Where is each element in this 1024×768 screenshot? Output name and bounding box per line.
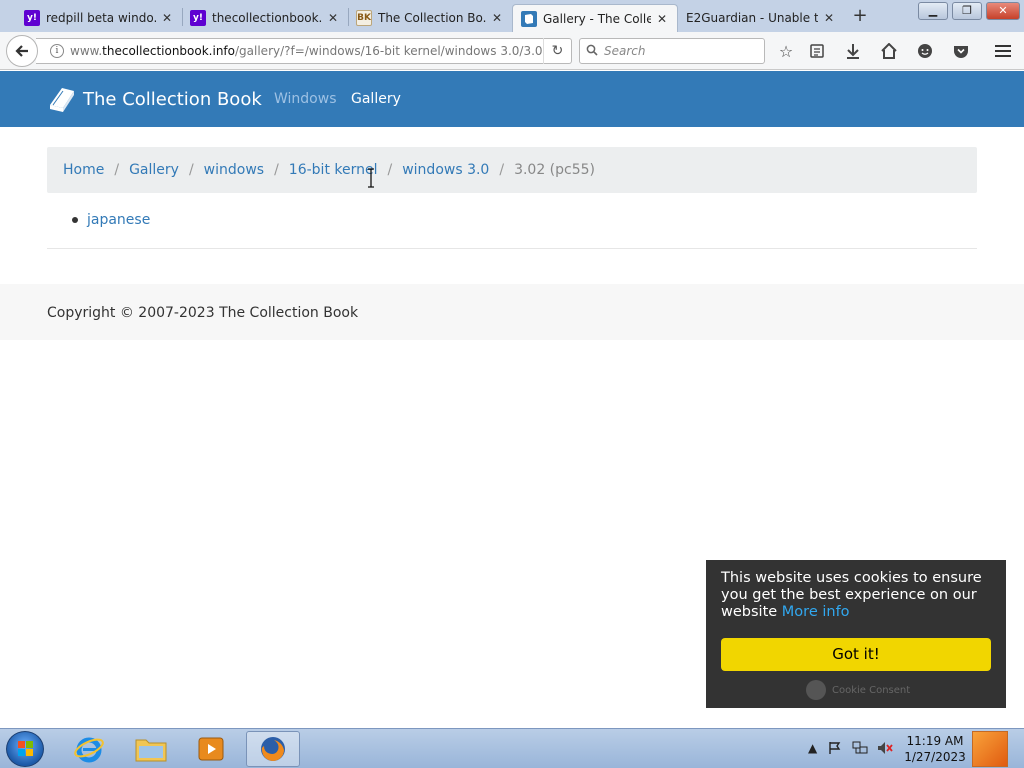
book-logo-icon xyxy=(50,88,74,112)
search-placeholder: Search xyxy=(604,44,646,58)
info-icon[interactable]: i xyxy=(50,44,64,58)
brand-link[interactable]: The Collection Book xyxy=(47,85,262,113)
clock-time: 11:19 AM xyxy=(906,734,964,748)
breadcrumb-current: 3.02 (pc55) xyxy=(514,162,596,178)
url-text[interactable]: www.thecollectionbook.info/gallery/?f=/w… xyxy=(70,44,543,58)
minimize-button[interactable]: ▁ xyxy=(918,2,948,20)
breadcrumb-home[interactable]: Home xyxy=(63,162,104,178)
breadcrumb-separator: / xyxy=(274,162,279,178)
tab-collection-book[interactable]: BK The Collection Bo... ✕ xyxy=(348,4,512,32)
cookie-consent-logo[interactable]: Cookie Consent xyxy=(806,680,910,700)
internet-explorer-icon xyxy=(74,737,104,763)
cookie-message: This website uses cookies to ensure you … xyxy=(721,570,991,621)
back-button[interactable] xyxy=(6,35,38,67)
network-icon[interactable] xyxy=(852,741,868,758)
clock-date: 1/27/2023 xyxy=(904,750,966,764)
home-icon[interactable] xyxy=(878,40,900,62)
tab-strip: y! redpill beta windo... ✕ y! thecollect… xyxy=(0,0,1024,32)
folder-link-japanese[interactable]: japanese xyxy=(87,212,150,228)
address-bar[interactable]: i www.thecollectionbook.info/gallery/?f=… xyxy=(36,38,572,64)
firefox-taskbar-button[interactable] xyxy=(246,731,300,767)
taskbar: ▲ 11:19 AM 1/27/2023 xyxy=(0,728,1024,768)
yahoo-icon: y! xyxy=(190,10,206,26)
cookie-accept-button[interactable]: Got it! xyxy=(721,638,991,671)
cookie-consent-brand: Cookie Consent xyxy=(832,684,911,696)
breadcrumb-16-bit-kernel[interactable]: 16-bit kernel xyxy=(289,162,378,178)
url-domain: thecollectionbook.info xyxy=(102,44,235,58)
search-input[interactable]: Search xyxy=(579,38,765,64)
reading-list-icon[interactable] xyxy=(806,40,828,62)
breadcrumb-windows[interactable]: windows xyxy=(204,162,264,178)
tab-title: E2Guardian - Unable t... xyxy=(686,11,818,25)
text-cursor-icon xyxy=(368,168,374,188)
breadcrumb-separator: / xyxy=(114,162,120,178)
tab-title: redpill beta windo... xyxy=(46,11,156,25)
site-footer: Copyright © 2007-2023 The Collection Boo… xyxy=(0,284,1024,340)
tab-gallery[interactable]: Gallery - The Colle... ✕ xyxy=(512,4,678,32)
brand-name: The Collection Book xyxy=(83,88,262,110)
windows-logo-icon xyxy=(18,741,33,756)
firefox-icon xyxy=(261,737,285,761)
cookie-message-text: This website uses cookies to ensure you … xyxy=(721,570,982,620)
tab-title: The Collection Bo... xyxy=(378,11,486,25)
restore-button[interactable]: ❐ xyxy=(952,2,982,20)
file-explorer-taskbar-button[interactable] xyxy=(124,731,178,767)
navigation-toolbar: i www.thecollectionbook.info/gallery/?f=… xyxy=(0,32,1024,70)
breadcrumb-separator: / xyxy=(188,162,194,178)
cookie-consent-icon xyxy=(806,680,826,700)
media-player-taskbar-button[interactable] xyxy=(184,731,238,767)
cookie-banner: This website uses cookies to ensure you … xyxy=(706,560,1006,708)
menu-icon[interactable] xyxy=(992,40,1014,62)
list-item: japanese xyxy=(72,212,150,228)
hello-chat-icon[interactable] xyxy=(914,40,936,62)
show-hidden-icons-icon[interactable]: ▲ xyxy=(808,741,817,755)
breadcrumb-windows-3-0[interactable]: windows 3.0 xyxy=(402,162,489,178)
close-tab-icon[interactable]: ✕ xyxy=(160,11,174,25)
tab-redpill[interactable]: y! redpill beta windo... ✕ xyxy=(16,4,182,32)
nav-gallery[interactable]: Gallery xyxy=(351,91,401,107)
breadcrumb: Home / Gallery / windows / 16-bit kernel… xyxy=(47,147,977,193)
folder-icon xyxy=(135,739,167,762)
new-tab-button[interactable]: + xyxy=(850,6,870,26)
reload-icon[interactable]: ↻ xyxy=(543,38,571,64)
divider xyxy=(47,248,977,249)
copyright-text: Copyright © 2007-2023 The Collection Boo… xyxy=(47,305,359,321)
collectionbook-icon: BK xyxy=(356,10,372,26)
tab-e2guardian[interactable]: E2Guardian - Unable t... ✕ xyxy=(678,4,844,32)
breadcrumb-separator: / xyxy=(387,162,393,178)
close-tab-icon[interactable]: ✕ xyxy=(326,11,340,25)
nav-windows[interactable]: Windows xyxy=(274,91,337,107)
close-window-button[interactable]: ✕ xyxy=(986,2,1020,20)
close-tab-icon[interactable]: ✕ xyxy=(655,12,669,26)
url-prefix: www. xyxy=(70,44,103,58)
media-player-icon xyxy=(198,737,224,761)
close-tab-icon[interactable]: ✕ xyxy=(822,11,836,25)
system-clock[interactable]: 11:19 AM 1/27/2023 xyxy=(902,733,968,765)
pocket-icon[interactable] xyxy=(950,40,972,62)
book-icon xyxy=(521,10,537,27)
tab-title: thecollectionbook... xyxy=(212,11,322,25)
internet-explorer-taskbar-button[interactable] xyxy=(62,731,116,767)
volume-muted-icon[interactable] xyxy=(877,741,893,758)
breadcrumb-gallery[interactable]: Gallery xyxy=(129,162,179,178)
cookie-more-info-link[interactable]: More info xyxy=(782,604,850,620)
gallery-list: japanese xyxy=(72,212,150,228)
start-button[interactable] xyxy=(6,731,44,767)
url-path: /gallery/?f=/windows/16-bit kernel/windo… xyxy=(235,44,543,58)
breadcrumb-separator: / xyxy=(499,162,505,178)
show-desktop-button[interactable] xyxy=(972,731,1008,767)
tab-thecollectionbook-search[interactable]: y! thecollectionbook... ✕ xyxy=(182,4,348,32)
close-tab-icon[interactable]: ✕ xyxy=(490,11,504,25)
download-icon[interactable] xyxy=(842,40,864,62)
back-arrow-icon xyxy=(15,45,28,57)
site-header: The Collection Book Windows Gallery xyxy=(0,71,1024,127)
yahoo-icon: y! xyxy=(24,10,40,26)
action-center-flag-icon[interactable] xyxy=(828,741,842,758)
bookmark-star-icon[interactable]: ☆ xyxy=(775,40,797,62)
bullet xyxy=(72,217,78,223)
tab-title: Gallery - The Colle... xyxy=(543,11,651,26)
search-icon xyxy=(586,44,598,59)
